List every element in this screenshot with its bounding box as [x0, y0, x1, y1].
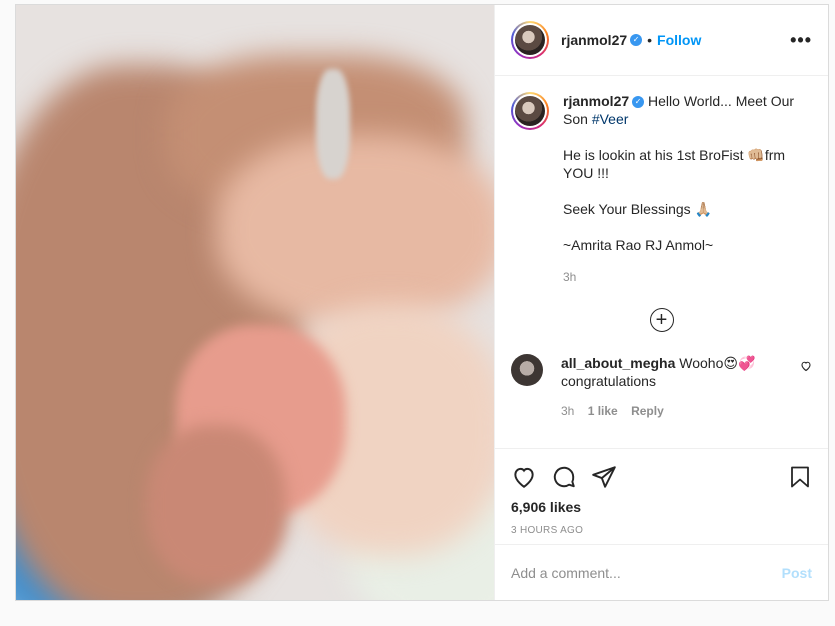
comment-bubble-icon[interactable]	[551, 464, 577, 490]
post-sidebar: rjanmol27 ✓ • Follow ••• rjanmol27 ✓ Hell…	[494, 5, 828, 600]
comment-time[interactable]: 3h	[561, 404, 574, 418]
verified-badge-icon: ✓	[632, 96, 645, 109]
caption: rjanmol27 ✓ Hello World... Meet Our Son #…	[511, 92, 812, 286]
instagram-post: rjanmol27 ✓ • Follow ••• rjanmol27 ✓ Hell…	[15, 4, 829, 601]
save-bookmark-icon[interactable]	[788, 464, 812, 490]
comments-section: rjanmol27 ✓ Hello World... Meet Our Son #…	[495, 76, 828, 448]
caption-username[interactable]: rjanmol27	[563, 93, 629, 109]
more-options-icon[interactable]: •••	[790, 30, 812, 51]
load-more-comments[interactable]: +	[511, 308, 812, 332]
caption-line2: He is lookin at his 1st BroFist 👊🏼frm YO…	[563, 147, 786, 181]
caption-avatar[interactable]	[511, 92, 549, 130]
follow-button[interactable]: Follow	[657, 32, 701, 48]
plus-circle-icon[interactable]: +	[649, 308, 674, 332]
reply-button[interactable]: Reply	[631, 404, 664, 418]
header-username[interactable]: rjanmol27	[561, 32, 627, 48]
caption-line3: Seek Your Blessings 🙏🏼	[563, 201, 712, 217]
comment-likes[interactable]: 1 like	[588, 404, 618, 418]
add-comment-bar: Post	[495, 544, 828, 600]
comment-username[interactable]: all_about_megha	[561, 355, 675, 371]
separator-dot: •	[647, 32, 653, 48]
comment-item: all_about_megha Wooho😍💞 congratulations …	[511, 354, 812, 420]
caption-line4: ~Amrita Rao RJ Anmol~	[563, 237, 714, 253]
add-comment-input[interactable]	[511, 564, 782, 581]
post-actions: 6,906 likes 3 HOURS AGO	[495, 448, 828, 544]
post-button[interactable]: Post	[782, 565, 812, 581]
avatar[interactable]	[511, 21, 549, 59]
post-photo[interactable]	[16, 5, 494, 600]
post-header: rjanmol27 ✓ • Follow •••	[495, 5, 828, 76]
posted-time[interactable]: 3 HOURS AGO	[511, 525, 812, 536]
comment-avatar[interactable]	[511, 354, 543, 386]
likes-count[interactable]: 6,906 likes	[511, 499, 812, 515]
share-paper-plane-icon[interactable]	[591, 464, 617, 490]
comment-like-heart-icon[interactable]	[800, 360, 812, 372]
like-heart-icon[interactable]	[511, 464, 537, 490]
hashtag-link[interactable]: #Veer	[592, 111, 629, 127]
verified-badge-icon: ✓	[630, 34, 643, 46]
caption-time[interactable]: 3h	[563, 268, 812, 286]
comment-meta: 3h 1 like Reply	[561, 402, 792, 420]
